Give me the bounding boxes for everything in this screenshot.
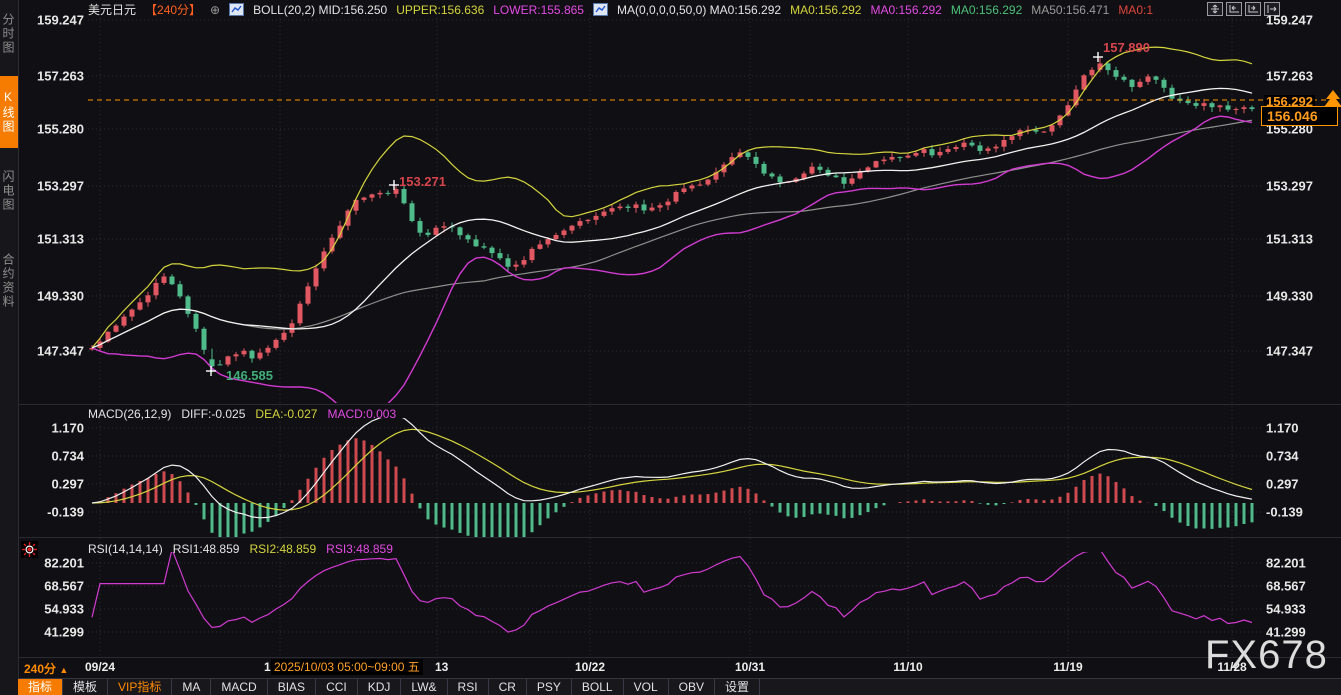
toolbar-item-模板[interactable]: 模板	[63, 679, 108, 695]
boll-chart-icon[interactable]	[229, 3, 244, 16]
price-axis-label: 159.247	[28, 13, 84, 28]
price-axis-label: 149.330	[1266, 289, 1313, 304]
chart-header: 美元日元 【240分】 ⊕ BOLL(20,2) MID:156.250 UPP…	[88, 1, 1153, 18]
date-label-partial-left: 1	[264, 660, 271, 674]
date-label: 10/31	[735, 660, 765, 674]
boll-upper-value: UPPER:156.636	[396, 3, 484, 17]
ma0-green-value: MA0:156.292	[951, 3, 1022, 17]
price-axis-label: 157.263	[1266, 69, 1313, 84]
add-indicator-icon[interactable]: ⊕	[210, 3, 220, 17]
trading-terminal: 分时图 K线图 闪电图 合约资料 美元日元 【240分】 ⊕ BOLL(20,2…	[0, 0, 1341, 695]
toolbar-item-LW&[interactable]: LW&	[401, 679, 447, 695]
price-axis-label: 147.347	[1266, 344, 1313, 359]
rsi-axis-label: 41.299	[28, 625, 84, 640]
toolbar-item-KDJ[interactable]: KDJ	[358, 679, 402, 695]
axis-zoom-in-icon[interactable]	[1245, 2, 1261, 16]
rsi-axis-label: 68.567	[1266, 579, 1306, 594]
price-axis-label: 153.297	[28, 179, 84, 194]
macd-axis-label: -0.139	[1266, 505, 1303, 520]
rsi-axis-label: 54.933	[1266, 602, 1306, 617]
macd-panel-header: MACD(26,12,9) DIFF:-0.025 DEA:-0.027 MAC…	[88, 407, 396, 421]
price-axis-label: 155.280	[28, 122, 84, 137]
toolbar-item-指标[interactable]: 指标	[18, 679, 63, 695]
axis-zoom-out-icon[interactable]	[1226, 2, 1242, 16]
macd-axis-label: 1.170	[1266, 421, 1299, 436]
ma0-yellow-value: MA0:156.292	[790, 3, 861, 17]
rsi1-value: RSI1:48.859	[173, 542, 240, 556]
toolbar-item-CCI[interactable]: CCI	[316, 679, 358, 695]
ma-chart-icon[interactable]	[593, 3, 608, 16]
toolbar-item-OBV[interactable]: OBV	[669, 679, 715, 695]
price-axis-label: 149.330	[28, 289, 84, 304]
chart-canvas[interactable]	[0, 0, 1341, 695]
toolbar-item-RSI[interactable]: RSI	[448, 679, 489, 695]
toolbar-item-MACD[interactable]: MACD	[211, 679, 267, 695]
low-price-label: 146.585	[226, 368, 273, 383]
date-label-partial-right: 13	[435, 660, 448, 674]
ma0-magenta-value: MA0:156.292	[870, 3, 941, 17]
macd-value: MACD:0.003	[327, 407, 396, 421]
boll-lower-value: LOWER:155.865	[493, 3, 584, 17]
rsi3-value: RSI3:48.859	[326, 542, 393, 556]
boll-values: BOLL(20,2) MID:156.250	[253, 3, 387, 17]
sidebar-item-time-chart[interactable]: 分时图	[0, 6, 18, 62]
price-axis-label: 147.347	[28, 344, 84, 359]
sidebar-item-kline-chart[interactable]: K线图	[0, 76, 18, 148]
swing-high-label: 153.271	[399, 174, 446, 189]
ma50-value: MA50:156.471	[1031, 3, 1109, 17]
period-arrow-icon: ▲	[59, 665, 68, 675]
date-label: 09/24	[85, 660, 115, 674]
toolbar-item-设置[interactable]: 设置	[715, 679, 760, 695]
rsi-title: RSI(14,14,14)	[88, 542, 163, 556]
price-axis-label: 157.263	[28, 69, 84, 84]
date-label: 11/10	[893, 660, 922, 674]
date-label: 11/19	[1053, 660, 1082, 674]
macd-axis-label: 1.170	[28, 421, 84, 436]
macd-axis-label: -0.139	[28, 505, 84, 520]
macd-axis-label: 0.734	[1266, 449, 1299, 464]
rsi-axis-label: 82.201	[1266, 556, 1306, 571]
price-axis-label: 159.247	[1266, 13, 1313, 28]
macd-diff-value: DIFF:-0.025	[181, 407, 245, 421]
macd-dea-value: DEA:-0.027	[255, 407, 317, 421]
toolbar-item-BOLL[interactable]: BOLL	[572, 679, 624, 695]
period-label[interactable]: 【240分】	[145, 1, 201, 18]
sidebar-item-contract-info[interactable]: 合约资料	[0, 232, 18, 330]
macd-axis-label: 0.297	[28, 477, 84, 492]
macd-title: MACD(26,12,9)	[88, 407, 171, 421]
ma-values: MA(0,0,0,0,50,0) MA0:156.292	[617, 3, 781, 17]
symbol-label: 美元日元	[88, 1, 136, 18]
period-selector[interactable]: 240分 ▲	[24, 660, 68, 677]
rsi-panel-header: RSI(14,14,14) RSI1:48.859 RSI2:48.859 RS…	[88, 542, 393, 556]
price-axis-label: 151.313	[1266, 232, 1313, 247]
toolbar-item-MA[interactable]: MA	[172, 679, 211, 695]
price-axis-label: 151.313	[28, 232, 84, 247]
rsi-axis-label: 68.567	[28, 579, 84, 594]
sidebar-item-flash-chart[interactable]: 闪电图	[0, 162, 18, 220]
toolbar-item-VOL[interactable]: VOL	[624, 679, 669, 695]
rsi-axis-label: 82.201	[28, 556, 84, 571]
fx678-watermark: FX678	[1205, 633, 1328, 678]
crosshair-date-tooltip: 2025/10/03 05:00~09:00 五	[271, 659, 423, 675]
toolbar-item-CR[interactable]: CR	[489, 679, 527, 695]
high-price-label: 157.890	[1103, 40, 1150, 55]
chart-type-sidebar: 分时图 K线图 闪电图 合约资料	[0, 0, 19, 695]
price-axis-label: 153.297	[1266, 179, 1313, 194]
macd-axis-label: 0.297	[1266, 477, 1299, 492]
indicator-toolbar: 指标模板VIP指标MAMACDBIASCCIKDJLW&RSICRPSYBOLL…	[18, 678, 1341, 695]
toolbar-item-PSY[interactable]: PSY	[527, 679, 572, 695]
date-label: 10/22	[575, 660, 605, 674]
ma0-red-value: MA0:1	[1118, 3, 1153, 17]
rsi2-value: RSI2:48.859	[249, 542, 316, 556]
toolbar-item-VIP指标[interactable]: VIP指标	[108, 679, 172, 695]
toolbar-item-BIAS[interactable]: BIAS	[268, 679, 316, 695]
pan-tool-icon[interactable]	[1207, 2, 1223, 16]
rsi-axis-label: 54.933	[28, 602, 84, 617]
last-price-tag[interactable]: 156.046	[1261, 106, 1338, 126]
macd-axis-label: 0.734	[28, 449, 84, 464]
